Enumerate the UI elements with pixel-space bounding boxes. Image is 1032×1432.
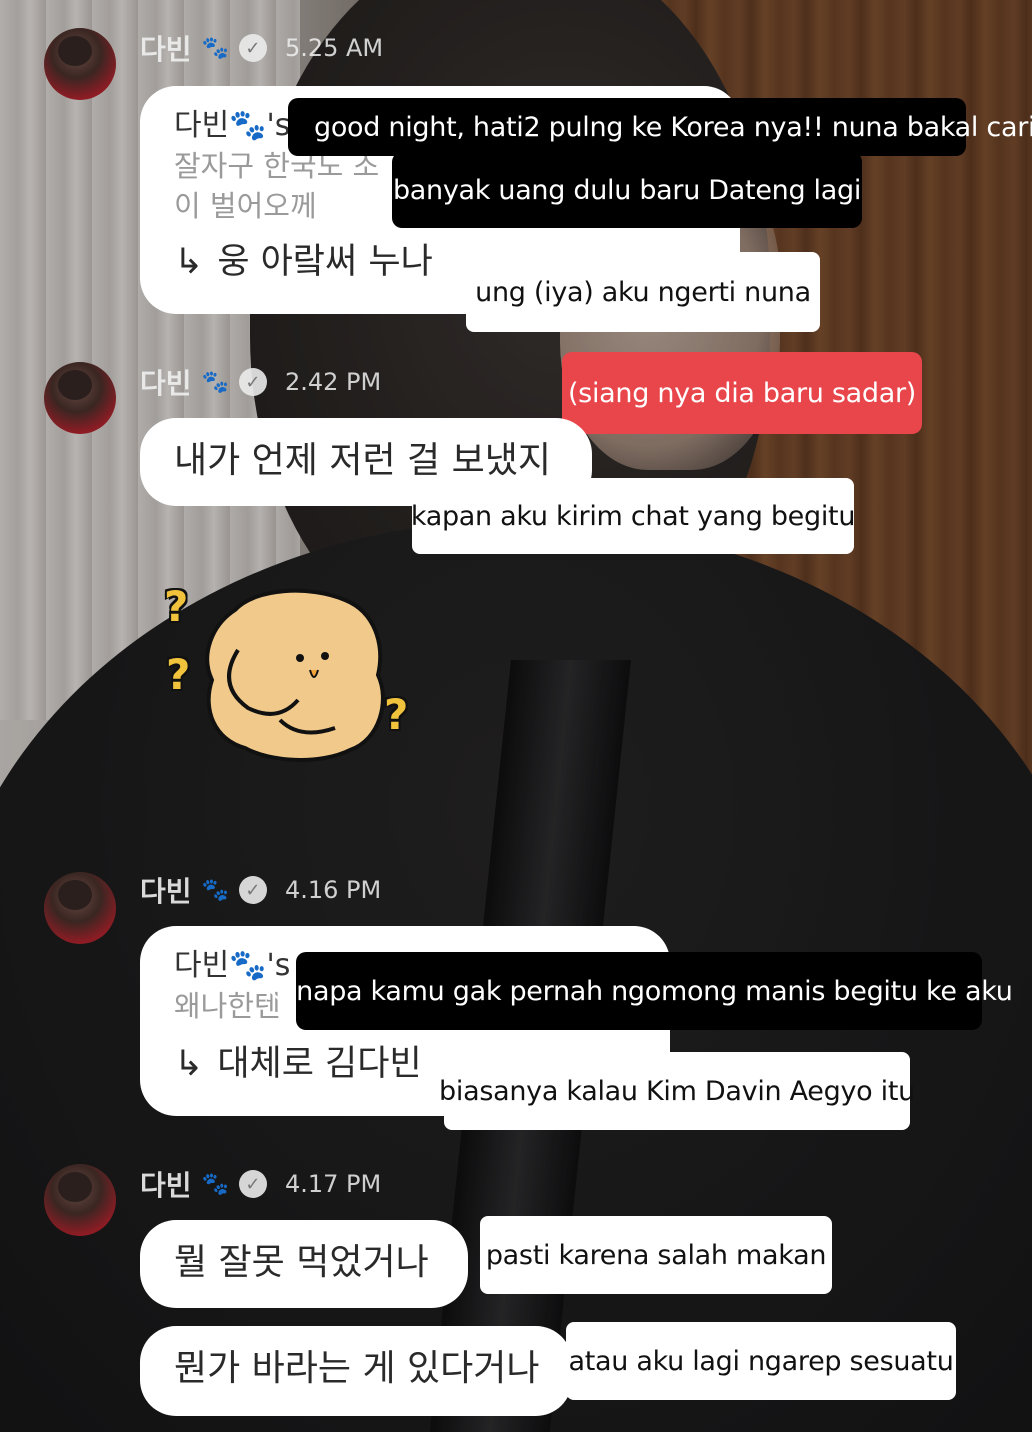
reply-message: 웅 아랔써 누나 [217,242,433,282]
bread-character-icon [205,588,385,762]
caption-translation: biasanya kalau Kim Davin Aegyo itu [439,1052,915,1130]
message-bubble[interactable]: 뭔가 바라는 게 있다거나 [140,1326,572,1416]
paw-icon: 🐾 [201,369,229,395]
caption-note: (siang nya dia baru sadar) [562,352,922,434]
caption-translation: pasti karena salah makan [480,1216,832,1294]
confused-bread-sticker: ? ? ? [160,580,430,770]
question-mark: ? [384,690,409,739]
caption-translation: atau aku lagi ngarep sesuatu [566,1322,956,1400]
avatar[interactable] [44,872,116,944]
message-time: 2.42 PM [284,368,382,396]
message-meta: 다빈 🐾 ✓ 5.25 AM [140,28,383,68]
avatar[interactable] [44,1164,116,1236]
sender-name: 다빈 [140,1169,192,1202]
message-bubble[interactable]: 뭘 잘못 먹었거나 [140,1220,468,1308]
sender-name: 다빈 [140,33,192,66]
question-mark: ? [164,582,189,631]
message-meta: 다빈 🐾 ✓ 4.17 PM [140,1164,381,1204]
message-time: 4.17 PM [284,1170,382,1198]
reply-arrow-icon: ↳ [174,1044,204,1084]
avatar[interactable] [44,362,116,434]
message-text: 뭘 잘못 먹었거나 [174,1242,429,1283]
paw-icon: 🐾 [201,877,229,903]
check-badge-icon: ✓ [238,1170,267,1198]
paw-icon: 🐾 [201,1171,229,1197]
caption-translation: kenapa kamu gak pernah ngomong manis beg… [265,952,1013,1030]
check-badge-icon: ✓ [238,34,267,62]
check-badge-icon: ✓ [238,876,267,904]
caption-translation: ung (iya) aku ngerti nuna [466,252,820,332]
avatar[interactable] [44,28,116,100]
paw-icon: 🐾 [201,35,229,61]
caption-translation: good night, hati2 pulng ke Korea nya!! n… [288,98,1032,156]
reply-arrow-icon: ↳ [174,242,204,282]
caption-translation: banyak uang dulu baru Dateng lagi [392,152,862,228]
message-meta: 다빈 🐾 ✓ 4.16 PM [140,870,381,910]
question-mark: ? [166,650,191,699]
message-text: 뭔가 바라는 게 있다거나 [174,1348,540,1389]
check-badge-icon: ✓ [238,368,267,396]
sender-name: 다빈 [140,367,192,400]
caption-translation: kapan aku kirim chat yang begitu [411,478,855,554]
message-time: 4.16 PM [284,876,382,904]
message-time: 5.25 AM [284,34,384,62]
message-meta: 다빈 🐾 ✓ 2.42 PM [140,362,381,402]
reply-message: 대체로 김다빈 [217,1044,422,1084]
sender-name: 다빈 [140,875,192,908]
